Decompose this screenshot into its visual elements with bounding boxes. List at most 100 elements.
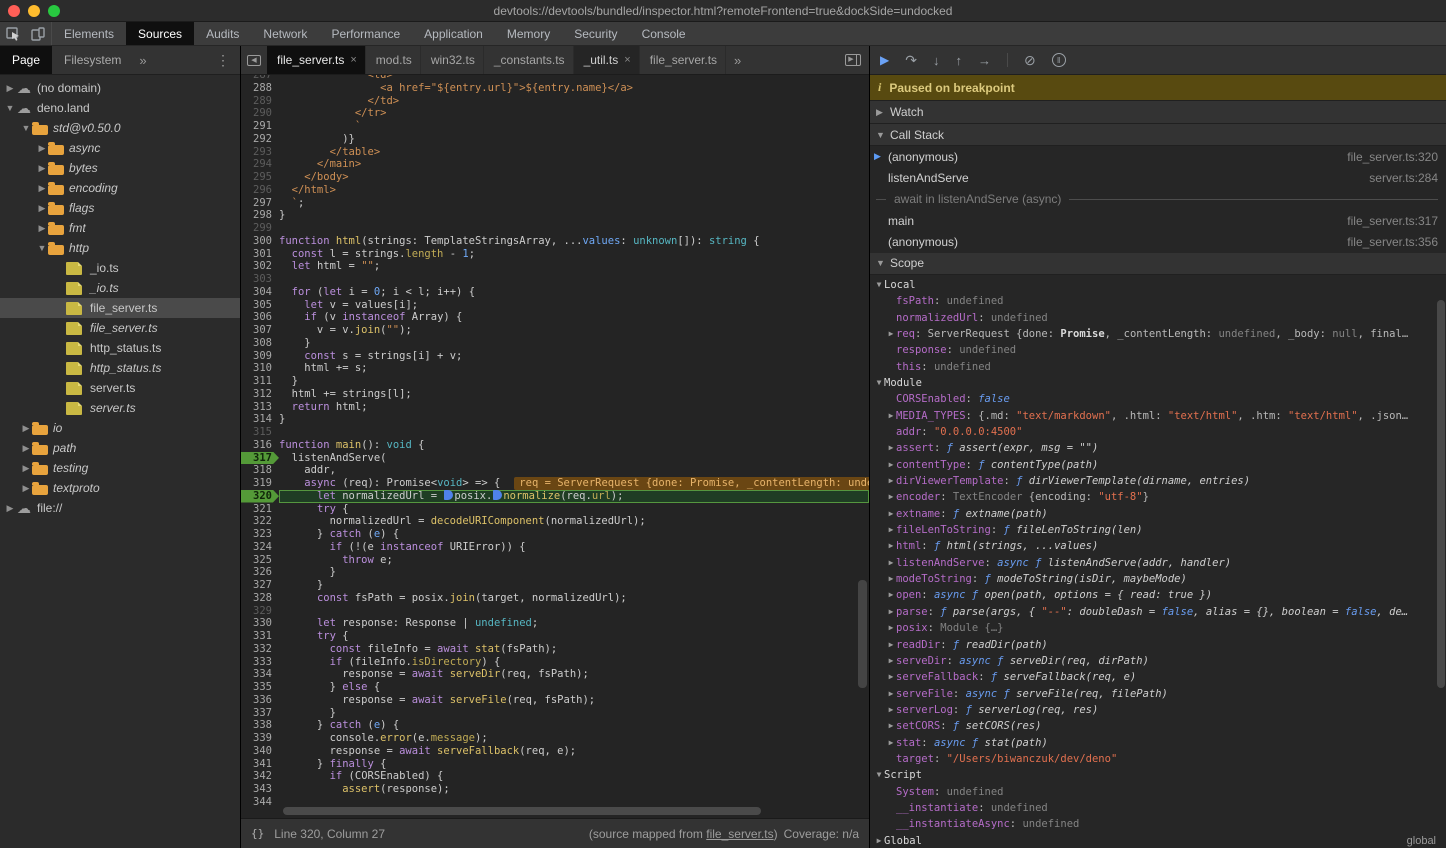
chevron-right-icon[interactable]: ▶ <box>36 183 48 194</box>
tree-item[interactable]: ▶☁file:// <box>0 498 240 518</box>
breakpoint-marker[interactable]: 320 <box>241 490 279 503</box>
chevron-down-icon[interactable]: ▼ <box>874 277 884 293</box>
chevron-right-icon[interactable]: ▶ <box>4 83 16 94</box>
line-number[interactable]: 340 <box>241 745 279 758</box>
chevron-right-icon[interactable]: ▶ <box>886 604 896 620</box>
line-number[interactable]: 296 <box>241 184 279 197</box>
line-number[interactable]: 342 <box>241 770 279 783</box>
code-line[interactable]: 320 let normalizedUrl = posix.normalize(… <box>241 490 869 503</box>
line-number[interactable]: 298 <box>241 209 279 222</box>
line-number[interactable]: 325 <box>241 554 279 567</box>
tree-item[interactable]: ▶encoding <box>0 178 240 198</box>
tab-security[interactable]: Security <box>562 22 629 45</box>
chevron-right-icon[interactable]: ▶ <box>20 483 32 494</box>
line-number[interactable]: 327 <box>241 579 279 592</box>
editor-tab[interactable]: file_server.ts <box>640 46 726 74</box>
chevron-right-icon[interactable]: ▶ <box>36 223 48 234</box>
scope-property[interactable]: response: undefined <box>870 342 1446 358</box>
chevron-right-icon[interactable]: ▶ <box>886 506 896 522</box>
scope-section[interactable]: ▼Module <box>870 375 1446 391</box>
line-number[interactable]: 337 <box>241 707 279 720</box>
scope-property[interactable]: ▶MEDIA_TYPES: {.md: "text/markdown", .ht… <box>870 408 1446 424</box>
chevron-right-icon[interactable]: ▶ <box>20 423 32 434</box>
step-over-icon[interactable] <box>905 53 917 67</box>
scope-property[interactable]: ▶fileLenToString: ƒ fileLenToString(len) <box>870 522 1446 538</box>
scope-property[interactable]: ▶serveFallback: ƒ serveFallback(req, e) <box>870 669 1446 685</box>
scope-property[interactable]: ▶listenAndServe: async ƒ listenAndServe(… <box>870 555 1446 571</box>
code-editor[interactable]: 287 <td>288 <a href="${entry.url}">${ent… <box>241 75 869 818</box>
tab-application[interactable]: Application <box>412 22 495 45</box>
code-line[interactable]: 312 html += strings[l]; <box>241 388 869 401</box>
tab-sources[interactable]: Sources <box>126 22 194 45</box>
line-number[interactable]: 306 <box>241 311 279 324</box>
scope-property[interactable]: this: undefined <box>870 359 1446 375</box>
tab-console[interactable]: Console <box>630 22 698 45</box>
code-line[interactable]: 294 </main> <box>241 158 869 171</box>
chevron-right-icon[interactable]: ▶ <box>886 489 896 505</box>
line-number[interactable]: 335 <box>241 681 279 694</box>
step-location-marker[interactable] <box>493 490 502 500</box>
chevron-right-icon[interactable]: ▶ <box>886 538 896 554</box>
code-line[interactable]: 300function html(strings: TemplateString… <box>241 235 869 248</box>
code-line[interactable]: 324 if (!(e instanceof URIError)) { <box>241 541 869 554</box>
scope-property[interactable]: ▶parse: ƒ parse(args, { "--": doubleDash… <box>870 604 1446 620</box>
line-number[interactable]: 341 <box>241 758 279 771</box>
tree-item[interactable]: _io.ts <box>0 258 240 278</box>
tree-item[interactable]: ▼std@v0.50.0 <box>0 118 240 138</box>
scope-section[interactable]: ▼Script <box>870 767 1446 783</box>
code-line[interactable]: 301 const l = strings.length - 1; <box>241 248 869 261</box>
tab-filesystem[interactable]: Filesystem <box>52 46 133 74</box>
code-line[interactable]: 307 v = v.join(""); <box>241 324 869 337</box>
code-line[interactable]: 303 <box>241 273 869 286</box>
code-line[interactable]: 332 const fileInfo = await stat(fsPath); <box>241 643 869 656</box>
device-toolbar-icon[interactable] <box>31 27 45 41</box>
callstack-frame[interactable]: listenAndServeserver.ts:284 <box>870 167 1446 188</box>
tree-item[interactable]: ▶io <box>0 418 240 438</box>
scope-property[interactable]: ▶stat: async ƒ stat(path) <box>870 735 1446 751</box>
scope-property[interactable]: ▶setCORS: ƒ setCORS(res) <box>870 718 1446 734</box>
line-number[interactable]: 289 <box>241 95 279 108</box>
line-number[interactable]: 311 <box>241 375 279 388</box>
chevron-right-icon[interactable]: ▶ <box>20 443 32 454</box>
scope-property[interactable]: ▶contentType: ƒ contentType(path) <box>870 457 1446 473</box>
resume-icon[interactable] <box>880 54 889 66</box>
line-number[interactable]: 323 <box>241 528 279 541</box>
line-number[interactable]: 326 <box>241 566 279 579</box>
tab-elements[interactable]: Elements <box>52 22 126 45</box>
code-line[interactable]: 316function main(): void { <box>241 439 869 452</box>
scope-property[interactable]: target: "/Users/biwanczuk/dev/deno" <box>870 751 1446 767</box>
toggle-debugger-sidebar-icon[interactable]: ▶ <box>837 46 869 74</box>
line-number[interactable]: 324 <box>241 541 279 554</box>
code-line[interactable]: 305 let v = values[i]; <box>241 299 869 312</box>
pause-on-exceptions-icon[interactable] <box>1052 53 1066 67</box>
chevron-right-icon[interactable]: ▶ <box>36 143 48 154</box>
line-number[interactable]: 315 <box>241 426 279 439</box>
tab-memory[interactable]: Memory <box>495 22 562 45</box>
chevron-right-icon[interactable]: ▶ <box>886 735 896 751</box>
line-number[interactable]: 309 <box>241 350 279 363</box>
code-line[interactable]: 339 console.error(e.message); <box>241 732 869 745</box>
line-number[interactable]: 288 <box>241 82 279 95</box>
code-line[interactable]: 295 </body> <box>241 171 869 184</box>
code-line[interactable]: 314} <box>241 413 869 426</box>
tree-item[interactable]: server.ts <box>0 378 240 398</box>
line-number[interactable]: 299 <box>241 222 279 235</box>
callstack-frame[interactable]: ▶(anonymous)file_server.ts:320 <box>870 146 1446 167</box>
callstack-frame[interactable]: mainfile_server.ts:317 <box>870 210 1446 231</box>
code-line[interactable]: 319 async (req): Promise<void> => {req =… <box>241 477 869 490</box>
chevron-down-icon[interactable]: ▼ <box>36 243 48 253</box>
chevron-down-icon[interactable]: ▼ <box>20 123 32 133</box>
more-editor-tabs-chevron-icon[interactable]: » <box>726 46 749 74</box>
chevron-right-icon[interactable]: ▶ <box>886 571 896 587</box>
code-line[interactable]: 325 throw e; <box>241 554 869 567</box>
editor-tab[interactable]: _constants.ts <box>484 46 574 74</box>
tab-audits[interactable]: Audits <box>194 22 251 45</box>
tree-item[interactable]: ▶fmt <box>0 218 240 238</box>
close-icon[interactable]: × <box>350 54 356 66</box>
code-line[interactable]: 326 } <box>241 566 869 579</box>
tree-item[interactable]: file_server.ts <box>0 298 240 318</box>
navigator-menu-icon[interactable]: ⋮ <box>206 46 240 74</box>
scope-property[interactable]: ▶serveDir: async ƒ serveDir(req, dirPath… <box>870 653 1446 669</box>
scope-property[interactable]: ▶serverLog: ƒ serverLog(req, res) <box>870 702 1446 718</box>
chevron-right-icon[interactable]: ▶ <box>886 457 896 473</box>
